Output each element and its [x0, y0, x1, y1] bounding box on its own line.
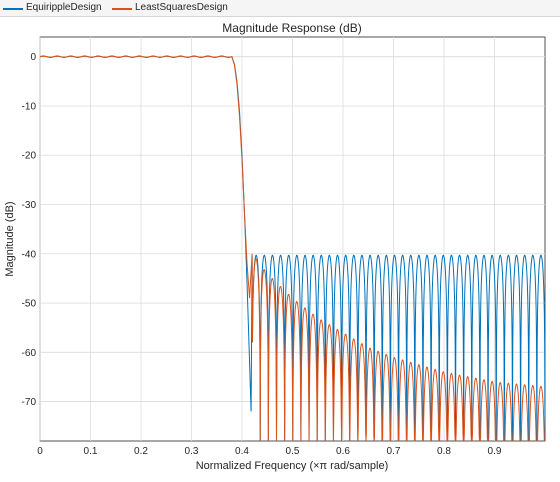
x-tick-label: 0.6	[336, 446, 350, 457]
x-tick-label: 0.4	[235, 446, 249, 457]
x-tick-label: 0	[37, 446, 43, 457]
legend-label-leastsquares: LeastSquaresDesign	[135, 2, 228, 13]
x-tick-label: 0.8	[437, 446, 451, 457]
y-tick-label: -60	[22, 348, 37, 359]
x-tick-label: 0.9	[488, 446, 502, 457]
x-tick-label: 0.1	[84, 446, 98, 457]
y-axis-label: Magnitude (dB)	[4, 201, 16, 276]
legend: EquirippleDesign LeastSquaresDesign	[0, 0, 560, 17]
magnitude-response-chart[interactable]: Magnitude Response (dB) 0 0.1 0.2 0.3 0.4 0.5…	[0, 17, 560, 477]
chart-container: Magnitude Response (dB) 0 0.1 0.2 0.3 0.4 0.5…	[0, 17, 560, 477]
y-tick-label: -70	[22, 397, 37, 408]
y-tick-label: -30	[22, 200, 37, 211]
y-tick-label: -10	[22, 101, 37, 112]
legend-label-equiripple: EquirippleDesign	[26, 2, 102, 13]
y-tick-label: 0	[30, 52, 36, 63]
y-tick-label: -40	[22, 249, 37, 260]
chart-title: Magnitude Response (dB)	[222, 21, 361, 35]
legend-swatch-equiripple	[3, 8, 23, 10]
legend-swatch-leastsquares	[112, 8, 132, 10]
y-tick-label: -50	[22, 299, 37, 310]
y-tick-label: -20	[22, 151, 37, 162]
x-tick-label: 0.2	[134, 446, 148, 457]
x-tick-label: 0.5	[286, 446, 300, 457]
x-axis-label: Normalized Frequency (×π rad/sample)	[196, 460, 389, 472]
x-tick-label: 0.3	[185, 446, 199, 457]
x-tick-label: 0.7	[387, 446, 401, 457]
